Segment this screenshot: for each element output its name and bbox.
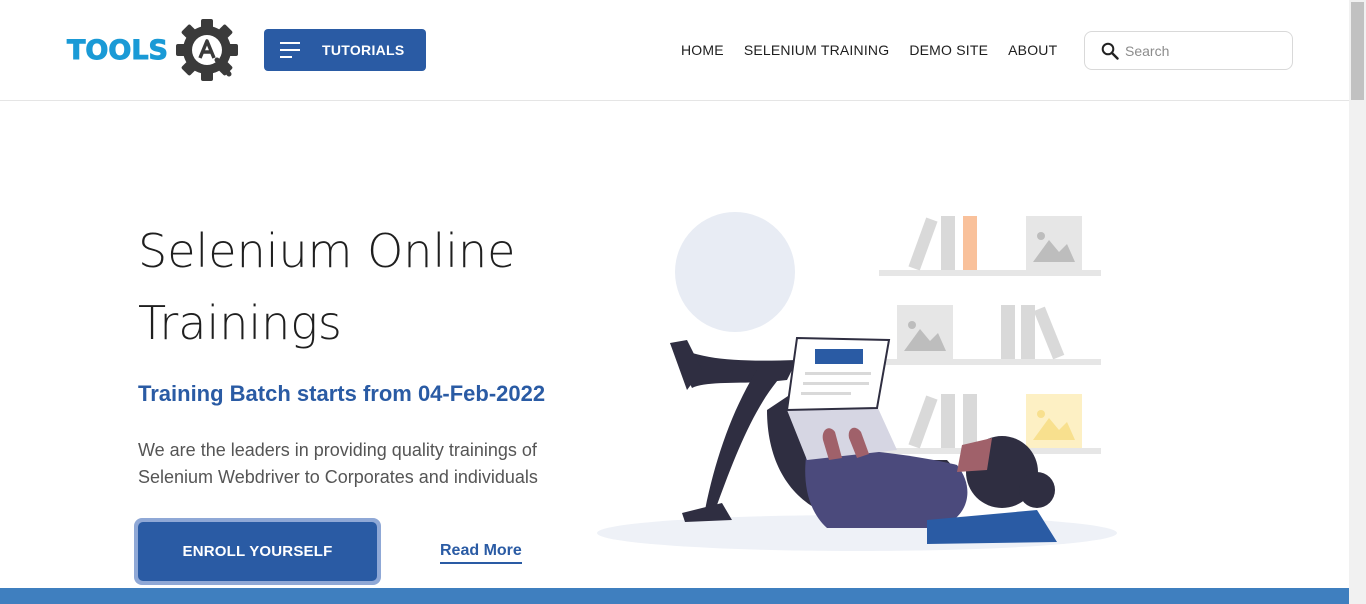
search-icon [1101, 42, 1119, 60]
main-nav: HOME SELENIUM TRAINING DEMO SITE ABOUT [681, 42, 1077, 58]
site-logo[interactable]: TOOLS [67, 19, 239, 81]
nav-item-demo-site[interactable]: DEMO SITE [909, 42, 988, 58]
page-scrollbar[interactable] [1349, 0, 1366, 604]
enroll-button-label: ENROLL YOURSELF [138, 522, 377, 581]
footer-band [0, 588, 1349, 604]
nav-item-selenium-training[interactable]: SELENIUM TRAINING [744, 42, 890, 58]
hero-title: Selenium Online Trainings [138, 215, 578, 359]
scrollbar-thumb[interactable] [1351, 2, 1364, 100]
hero-title-line-2: Trainings [138, 296, 342, 350]
gear-icon [176, 19, 238, 81]
nav-item-about[interactable]: ABOUT [1008, 42, 1057, 58]
hero-title-line-1: Selenium Online [138, 224, 516, 278]
site-header: TOOLS TUTORIALS HOME SELENIUM TRAINING D… [0, 0, 1349, 101]
tutorials-button[interactable]: TUTORIALS [264, 29, 426, 71]
search-box[interactable] [1084, 31, 1293, 70]
tutorials-label: TUTORIALS [322, 42, 405, 58]
hamburger-icon [280, 42, 300, 58]
logo-text: TOOLS [67, 34, 169, 66]
nav-item-home[interactable]: HOME [681, 42, 724, 58]
training-batch-subtitle: Training Batch starts from 04-Feb-2022 [138, 381, 546, 406]
hero-illustration [597, 212, 1117, 551]
enroll-yourself-button[interactable]: ENROLL YOURSELF [134, 518, 381, 585]
search-input[interactable] [1125, 41, 1280, 61]
read-more-link[interactable]: Read More [440, 542, 522, 564]
hero-description: We are the leaders in providing quality … [138, 440, 538, 487]
